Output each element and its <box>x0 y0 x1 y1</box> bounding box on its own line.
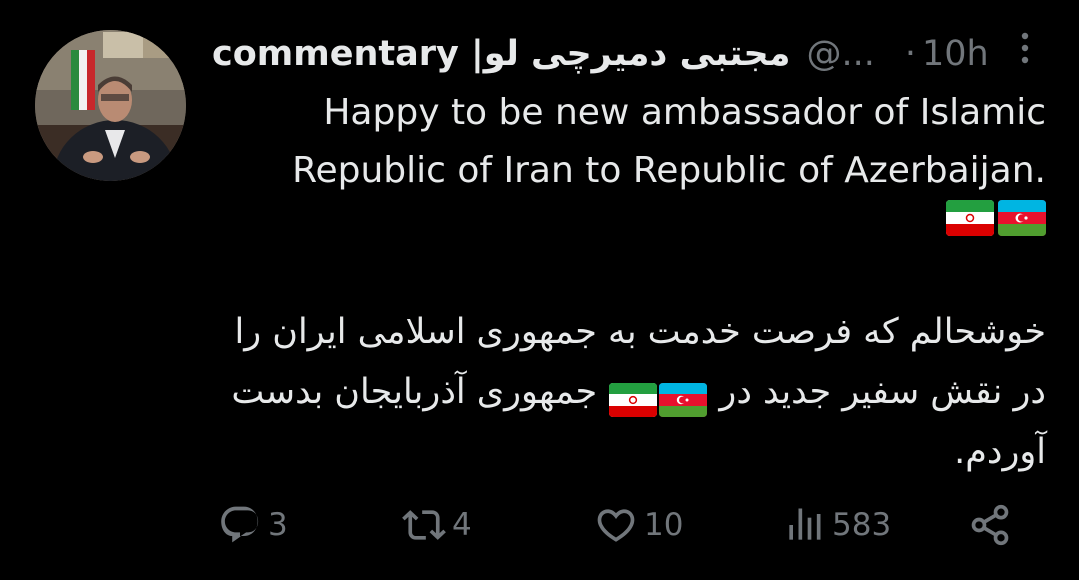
tweet-text-english: Happy to be new ambassador of Islamic Re… <box>292 92 1046 191</box>
heart-icon <box>597 509 635 542</box>
timestamp[interactable]: 10h <box>922 34 989 74</box>
retweet-count: 4 <box>452 507 472 543</box>
reply-button[interactable]: 3 <box>218 498 288 552</box>
retweet-button[interactable]: 4 <box>402 498 472 552</box>
views-chart-icon <box>789 508 821 540</box>
avatar[interactable] <box>35 30 186 181</box>
display-name[interactable]: commentary |مجتبی دمیرچی لو <box>212 34 790 74</box>
iran-flag-icon <box>946 200 994 240</box>
tweet[interactable]: commentary |مجتبی دمیرچی لو @... · 10h H… <box>0 0 1079 580</box>
azerbaijan-flag-icon <box>659 376 708 417</box>
handle[interactable]: @... <box>806 34 874 74</box>
reply-icon <box>221 506 259 543</box>
share-button[interactable] <box>968 498 1012 552</box>
tweet-header: commentary |مجتبی دمیرچی لو @... · 10h <box>212 26 1012 82</box>
like-count: 10 <box>644 507 684 543</box>
views-button[interactable]: 583 <box>782 498 891 552</box>
iran-flag-icon <box>609 376 658 417</box>
tweet-text-persian: خوشحالم که فرصت خدمت به جمهوری اسلامی ای… <box>216 302 1046 482</box>
separator-dot: · <box>904 34 916 74</box>
retweet-icon <box>402 510 446 540</box>
reply-count: 3 <box>268 507 288 543</box>
action-bar: 3 4 10 583 <box>0 498 1079 552</box>
azerbaijan-flag-icon <box>998 200 1046 240</box>
like-button[interactable]: 10 <box>594 498 683 552</box>
more-options-icon[interactable] <box>1013 30 1037 70</box>
share-icon <box>971 504 1009 546</box>
flags-row <box>946 200 1046 240</box>
view-count: 583 <box>832 507 892 543</box>
